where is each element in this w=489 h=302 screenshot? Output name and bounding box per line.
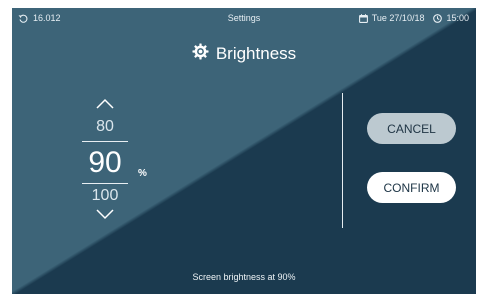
brightness-picker[interactable]: 80 90 100 <box>82 98 128 220</box>
status-right: Tue 27/10/18 15:00 <box>358 13 469 23</box>
status-time: 15:00 <box>446 13 469 23</box>
picker-prev-value[interactable]: 80 <box>82 118 128 136</box>
calendar-icon <box>358 13 368 23</box>
picker-next-value[interactable]: 100 <box>82 187 128 205</box>
page-title: Brightness <box>12 43 476 65</box>
clock-icon <box>433 13 443 23</box>
confirm-button[interactable]: CONFIRM <box>367 172 456 203</box>
cancel-button[interactable]: CANCEL <box>367 113 456 144</box>
picker-divider-top <box>82 141 128 142</box>
chevron-down-icon[interactable] <box>82 208 128 220</box>
status-message: Screen brightness at 90% <box>192 272 296 282</box>
status-bar: 16.012 Settings Tue 27/10/18 15:00 <box>12 8 476 28</box>
picker-divider-bottom <box>82 183 128 184</box>
device-screen: 16.012 Settings Tue 27/10/18 15:00 Brigh… <box>12 8 476 294</box>
status-date: Tue 27/10/18 <box>371 13 425 23</box>
page-title-text: Brightness <box>215 44 297 63</box>
picker-current-value: 90 <box>88 146 122 179</box>
chevron-up-icon[interactable] <box>82 98 128 110</box>
picker-unit: % <box>138 168 147 179</box>
brightness-icon <box>192 43 209 65</box>
vertical-divider <box>342 93 343 228</box>
